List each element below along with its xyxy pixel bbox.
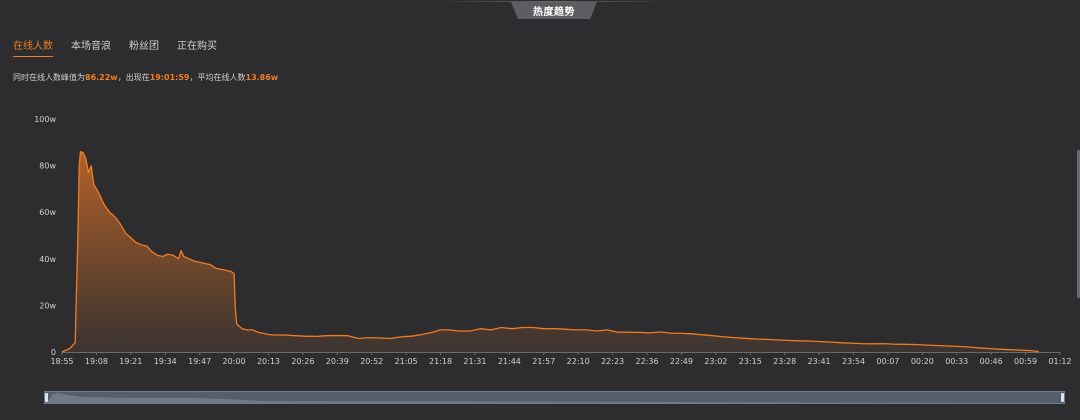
- x-tick-label: 19:47: [188, 357, 211, 366]
- y-tick-label: 80w: [39, 162, 56, 171]
- x-tick-label: 21:57: [532, 357, 555, 366]
- x-tick-label: 20:39: [326, 357, 349, 366]
- x-tick-label: 23:54: [842, 357, 865, 366]
- x-tick-label: 18:55: [50, 357, 73, 366]
- y-tick-label: 100w: [34, 115, 56, 124]
- y-tick-label: 60w: [39, 208, 56, 217]
- x-tick-label: 22:10: [567, 357, 590, 366]
- x-tick-label: 00:59: [1014, 357, 1037, 366]
- online-users-area: [62, 151, 1039, 352]
- y-tick-label: 40w: [39, 255, 56, 264]
- slider-start-handle[interactable]: [45, 393, 48, 402]
- x-tick-label: 20:52: [360, 357, 383, 366]
- y-tick-label: 20w: [39, 301, 56, 310]
- x-tick-label: 20:26: [291, 357, 314, 366]
- x-tick-label: 22:23: [601, 357, 624, 366]
- x-tick-label: 22:49: [670, 357, 693, 366]
- x-tick-label: 23:28: [773, 357, 796, 366]
- online-users-area-chart: 0 20w 40w 60w 80w 100w 18:55 19:08 19:21 19:34 19:…: [34, 115, 1071, 366]
- x-tick-label: 19:21: [119, 357, 142, 366]
- x-tick-label: 23:02: [704, 357, 727, 366]
- x-tick-label: 21:18: [429, 357, 452, 366]
- x-tick-label: 19:08: [85, 357, 108, 366]
- x-tick-label: 00:46: [980, 357, 1003, 366]
- slider-end-handle[interactable]: [1061, 393, 1064, 402]
- y-tick-label: 0: [51, 348, 56, 357]
- x-tick-label: 19:34: [154, 357, 177, 366]
- x-tick-label: 00:20: [911, 357, 934, 366]
- x-tick-label: 01:12: [1048, 357, 1071, 366]
- x-tick-label: 00:07: [876, 357, 899, 366]
- x-tick-label: 21:31: [463, 357, 486, 366]
- x-tick-label: 21:05: [395, 357, 418, 366]
- x-tick-label: 23:41: [808, 357, 831, 366]
- time-range-slider[interactable]: [44, 391, 1065, 404]
- x-tick-label: 22:36: [636, 357, 659, 366]
- x-tick-label: 21:44: [498, 357, 521, 366]
- slider-preview-area: [45, 393, 1064, 403]
- x-tick-label: 20:13: [257, 357, 280, 366]
- x-tick-label: 20:00: [223, 357, 246, 366]
- x-tick-label: 23:15: [739, 357, 762, 366]
- x-tick-label: 00:33: [945, 357, 968, 366]
